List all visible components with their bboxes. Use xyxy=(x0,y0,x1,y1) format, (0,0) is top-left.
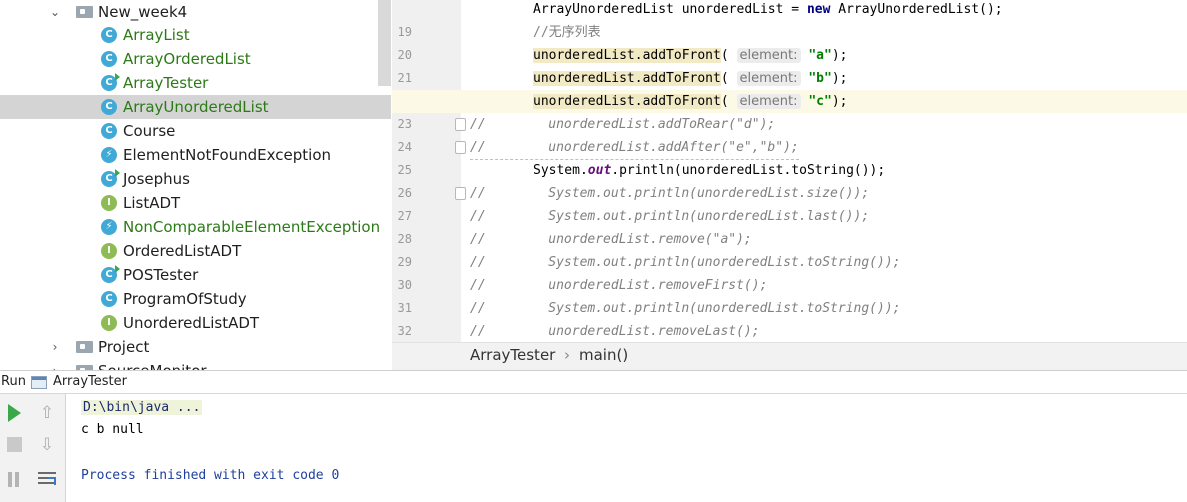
param-hint: element: xyxy=(736,94,801,109)
tree-item-label: ElementNotFoundException xyxy=(123,146,332,164)
tree-item-arrayunorderedlist[interactable]: C ArrayUnorderedList xyxy=(0,95,391,119)
tree-item-label: New_week4 xyxy=(98,3,188,21)
tree-folder-sourcemonitor[interactable]: › SourceMonitor xyxy=(0,359,391,370)
tree-item-label: ArrayTester xyxy=(123,74,209,92)
arrow-down-icon[interactable]: ⇩ xyxy=(36,434,58,456)
code-line: 22 unorderedList.addToFront( element: "b… xyxy=(392,67,1187,108)
code-line-current: 23 unorderedList.addToFront( element: "c… xyxy=(392,90,1187,131)
tree-item-arraytester[interactable]: C ArrayTester xyxy=(0,71,391,95)
code-line: 21 unorderedList.addToFront( element: "a… xyxy=(392,44,1187,85)
class-icon: C xyxy=(101,27,117,43)
code-line: 30 // System.out.println(unorderedList.t… xyxy=(392,251,1187,292)
folder-icon xyxy=(76,4,93,18)
code-line: 24 // unorderedList.addToRear("d"); xyxy=(392,113,1187,154)
tree-item-label: Project xyxy=(98,338,150,356)
tree-item-label: NonComparableElementException xyxy=(123,218,381,236)
rerun-play-icon[interactable] xyxy=(4,402,26,424)
soft-wrap-icon[interactable] xyxy=(36,468,58,490)
console-output-line: c b null xyxy=(81,422,144,437)
breadcrumb-method[interactable]: main() xyxy=(579,346,628,364)
param-hint: element: xyxy=(736,48,801,63)
tree-folder-new-week4[interactable]: ⌄ New_week4 xyxy=(0,0,391,24)
runnable-class-icon: C xyxy=(101,169,120,187)
tree-item-noncomparableelementexception[interactable]: ⚡ NonComparableElementException xyxy=(0,215,391,239)
code-line: 33 // unorderedList.removeLast(); xyxy=(470,324,760,339)
tree-item-label: ArrayList xyxy=(123,26,190,44)
class-icon: C xyxy=(101,99,117,115)
tree-item-arraylist[interactable]: C ArrayList xyxy=(0,23,391,47)
console-command-line[interactable]: D:\bin\java ... xyxy=(81,400,203,415)
tree-item-label: Course xyxy=(123,122,176,140)
tree-item-elementnotfoundexception[interactable]: ⚡ ElementNotFoundException xyxy=(0,143,391,167)
param-hint: element: xyxy=(736,71,801,86)
tree-item-arrayorderedlist[interactable]: C ArrayOrderedList xyxy=(0,47,391,71)
folder-icon xyxy=(76,363,93,370)
tree-item-label: ProgramOfStudy xyxy=(123,290,247,308)
tree-folder-project[interactable]: › Project xyxy=(0,335,391,359)
code-editor[interactable]: 19 ArrayUnorderedList unorderedList = ne… xyxy=(392,0,1187,342)
run-tab[interactable]: ArrayTester xyxy=(53,374,127,389)
interface-icon: I xyxy=(101,243,117,259)
class-icon: C xyxy=(101,291,117,307)
tree-scrollbar[interactable] xyxy=(378,0,391,86)
code-line: 26 System.out.println(unorderedList.toSt… xyxy=(392,159,1187,200)
chevron-right-icon[interactable]: › xyxy=(48,335,62,359)
project-tree: ⌄ New_week4 C ArrayList C ArrayOrderedLi… xyxy=(0,0,391,370)
tree-item-postester[interactable]: C POSTester xyxy=(0,263,391,287)
folder-icon xyxy=(76,339,93,353)
exception-class-icon: ⚡ xyxy=(101,147,117,163)
tree-item-label: SourceMonitor xyxy=(98,359,207,370)
tree-item-programofstudy[interactable]: C ProgramOfStudy xyxy=(0,287,391,311)
run-panel-title: Run xyxy=(1,374,26,389)
code-line: 27 // System.out.println(unorderedList.s… xyxy=(392,182,1187,223)
breadcrumb-class[interactable]: ArrayTester xyxy=(470,346,555,364)
fold-marker-icon[interactable] xyxy=(455,118,466,131)
tree-item-course[interactable]: C Course xyxy=(0,119,391,143)
run-panel-header: Run ArrayTester xyxy=(0,370,1187,394)
code-line: 19 ArrayUnorderedList unorderedList = ne… xyxy=(392,0,1187,39)
code-line: 32 // System.out.println(unorderedList.t… xyxy=(392,297,1187,338)
code-line: 25 // unorderedList.addAfter("e","b"); xyxy=(392,136,1187,177)
chevron-down-icon[interactable]: ⌄ xyxy=(48,0,62,24)
tree-item-label: OrderedListADT xyxy=(123,242,242,260)
pause-icon[interactable] xyxy=(4,468,26,490)
runnable-class-icon: C xyxy=(101,73,120,91)
breadcrumb: ArrayTester › main() xyxy=(392,342,1187,370)
interface-icon: I xyxy=(101,315,117,331)
chevron-right-icon[interactable]: › xyxy=(48,359,62,370)
stop-icon[interactable] xyxy=(4,434,26,456)
run-toolbar: ⇧ ⇩ xyxy=(0,394,66,502)
console-exit-message: Process finished with exit code 0 xyxy=(81,468,340,483)
tree-item-label: ArrayUnorderedList xyxy=(123,98,269,116)
interface-icon: I xyxy=(101,195,117,211)
class-icon: C xyxy=(101,51,117,67)
tree-item-orderedlistadt[interactable]: I OrderedListADT xyxy=(0,239,391,263)
code-line: 31 // unorderedList.removeFirst(); xyxy=(392,274,1187,315)
tree-item-listadt[interactable]: I ListADT xyxy=(0,191,391,215)
code-line: 29 // unorderedList.remove("a"); xyxy=(392,228,1187,269)
application-window-icon xyxy=(31,376,47,389)
tree-item-josephus[interactable]: C Josephus xyxy=(0,167,391,191)
exception-class-icon: ⚡ xyxy=(101,219,117,235)
class-icon: C xyxy=(101,123,117,139)
tree-item-label: ListADT xyxy=(123,194,181,212)
breadcrumb-separator: › xyxy=(564,346,570,364)
runnable-class-icon: C xyxy=(101,265,120,283)
arrow-up-icon[interactable]: ⇧ xyxy=(36,402,58,424)
code-line: 20 //无序列表 xyxy=(392,21,1187,62)
code-line: 28 // System.out.println(unorderedList.l… xyxy=(392,205,1187,246)
tree-item-label: POSTester xyxy=(123,266,199,284)
fold-marker-icon[interactable] xyxy=(455,187,466,200)
tree-item-label: UnorderedListADT xyxy=(123,314,260,332)
tree-item-label: Josephus xyxy=(123,170,190,188)
run-console[interactable]: D:\bin\java ... c b null Process finishe… xyxy=(67,394,1187,502)
tree-item-unorderedlistadt[interactable]: I UnorderedListADT xyxy=(0,311,391,335)
tree-item-label: ArrayOrderedList xyxy=(123,50,251,68)
fold-marker-icon[interactable] xyxy=(455,141,466,154)
